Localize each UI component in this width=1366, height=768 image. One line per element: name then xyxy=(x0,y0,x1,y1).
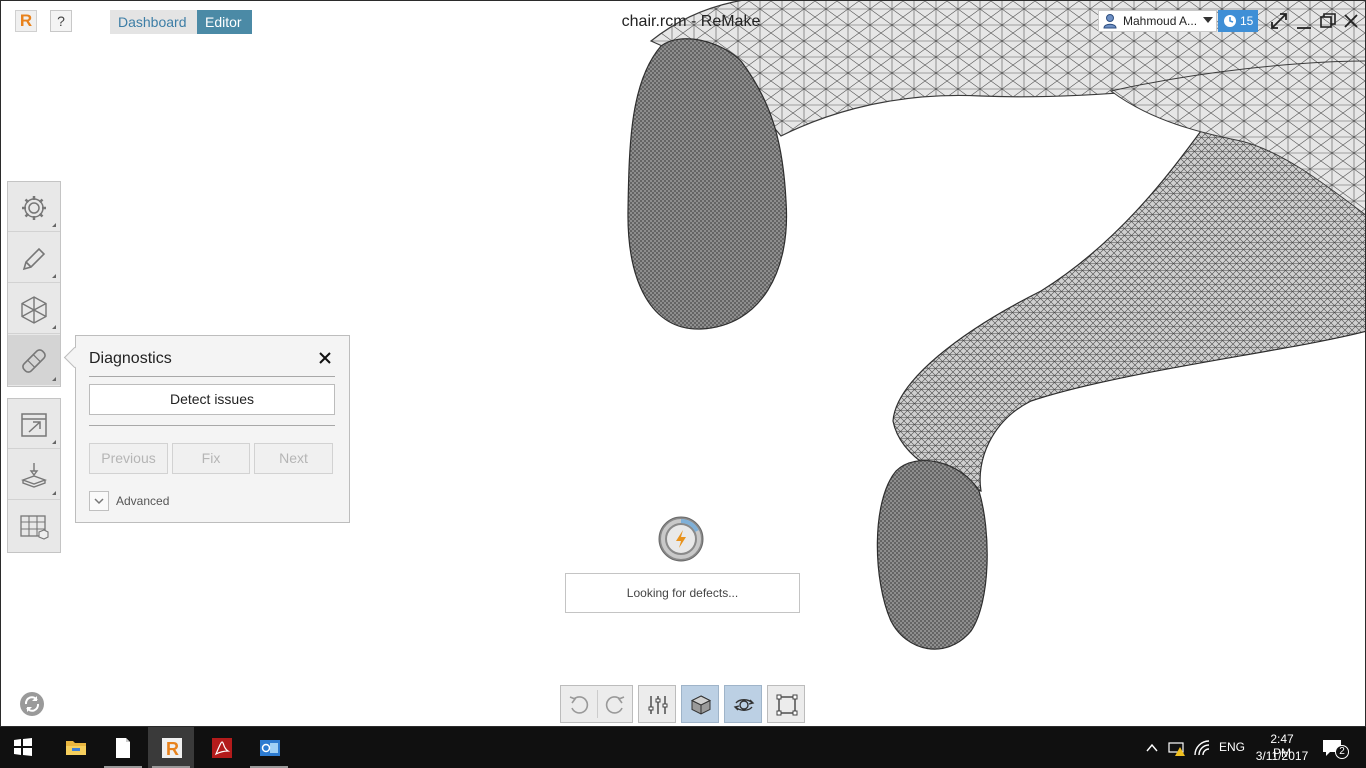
hexagon-mesh-icon xyxy=(21,296,47,324)
fit-view-button[interactable] xyxy=(767,685,805,723)
close-icon[interactable] xyxy=(317,350,333,366)
chair-mesh-right-foot xyxy=(876,460,988,650)
windows-taskbar: R ENG 2:47 PM 3/11/2017 2 xyxy=(0,727,1366,768)
windows-logo-icon xyxy=(14,738,32,756)
cube-icon xyxy=(690,695,712,715)
edit-tool-button[interactable] xyxy=(8,233,60,283)
panel-title: Diagnostics xyxy=(89,350,172,367)
power-warning-icon[interactable] xyxy=(1168,740,1186,756)
outlook-icon xyxy=(260,740,280,756)
undo-redo-group xyxy=(560,685,633,723)
next-button[interactable]: Next xyxy=(254,443,333,474)
mesh-tool-button[interactable] xyxy=(8,284,60,334)
grid-cube-icon xyxy=(20,515,49,540)
advanced-label: Advanced xyxy=(116,494,170,508)
output-toolbar xyxy=(7,398,61,553)
remake-app-icon: R xyxy=(162,738,182,759)
gear-icon xyxy=(22,196,46,220)
print-3d-icon xyxy=(20,463,48,488)
chevron-down-icon xyxy=(1203,17,1213,23)
user-name: Mahmoud A... xyxy=(1123,14,1198,28)
language-indicator[interactable]: ENG xyxy=(1219,740,1245,754)
notifications-badge[interactable]: 15 xyxy=(1218,10,1258,32)
taskbar-document[interactable] xyxy=(100,727,146,768)
taskbar-remake[interactable]: R xyxy=(148,727,194,768)
taskbar-outlook[interactable] xyxy=(246,727,292,768)
display-settings-button[interactable] xyxy=(638,685,676,723)
expand-corner-icon xyxy=(52,274,56,278)
fullscreen-icon[interactable] xyxy=(1269,11,1289,31)
export-button[interactable] xyxy=(8,399,60,449)
scene-button[interactable] xyxy=(8,501,60,551)
undo-icon[interactable] xyxy=(567,693,591,717)
bandage-icon xyxy=(22,349,46,373)
chevron-down-icon xyxy=(94,498,104,505)
tools-toolbar xyxy=(7,181,61,387)
restore-icon[interactable] xyxy=(1318,11,1338,31)
clock-icon xyxy=(1224,15,1236,27)
divider xyxy=(89,425,335,426)
notification-badge: 2 xyxy=(1335,745,1349,759)
previous-button[interactable]: Previous xyxy=(89,443,168,474)
tab-dashboard[interactable]: Dashboard xyxy=(110,10,197,34)
user-account-dropdown[interactable]: Mahmoud A... xyxy=(1098,10,1217,32)
pencil-icon xyxy=(22,247,46,271)
action-center-button[interactable]: 2 xyxy=(1322,737,1352,759)
shading-mode-button[interactable] xyxy=(681,685,719,723)
diagnostics-tool-button[interactable] xyxy=(8,335,60,385)
status-message: Looking for defects... xyxy=(565,573,800,613)
acrobat-icon xyxy=(212,738,232,758)
svg-text:R: R xyxy=(166,739,179,759)
advanced-toggle[interactable] xyxy=(89,491,109,511)
export-icon xyxy=(21,413,47,437)
tab-editor[interactable]: Editor xyxy=(197,10,252,34)
fix-button[interactable]: Fix xyxy=(172,443,250,474)
expand-corner-icon xyxy=(52,440,56,444)
expand-corner-icon xyxy=(52,325,56,329)
minimize-icon[interactable] xyxy=(1294,11,1314,31)
clock-date[interactable]: 3/11/2017 xyxy=(1254,749,1310,763)
orbit-button[interactable] xyxy=(724,685,762,723)
expand-corner-icon xyxy=(52,491,56,495)
wifi-icon[interactable] xyxy=(1193,739,1211,757)
app-logo[interactable]: R xyxy=(15,10,37,32)
taskbar-acrobat[interactable] xyxy=(198,727,244,768)
help-button[interactable]: ? xyxy=(50,10,72,32)
orbit-icon xyxy=(733,699,755,711)
print-3d-button[interactable] xyxy=(8,450,60,500)
taskbar-file-explorer[interactable] xyxy=(52,727,98,768)
divider xyxy=(597,690,598,718)
selection-box-icon xyxy=(776,694,798,716)
close-window-icon[interactable] xyxy=(1341,11,1361,31)
chair-mesh-right-arm xyxy=(892,122,1365,492)
sync-icon[interactable] xyxy=(18,690,46,718)
sliders-icon xyxy=(648,696,668,714)
user-icon xyxy=(1103,14,1117,29)
divider xyxy=(89,376,335,377)
settings-button[interactable] xyxy=(8,182,60,232)
diagnostics-panel: Diagnostics Detect issues Previous Fix N… xyxy=(63,335,350,523)
file-explorer-icon xyxy=(66,741,86,755)
detect-issues-button[interactable]: Detect issues xyxy=(89,384,335,415)
notification-count: 15 xyxy=(1240,14,1254,28)
document-icon xyxy=(116,738,130,758)
redo-icon[interactable] xyxy=(603,693,627,717)
chevron-up-icon[interactable] xyxy=(1145,741,1159,755)
window-title: chair.rcm - ReMake xyxy=(621,13,761,30)
progress-spinner-icon xyxy=(658,516,704,562)
start-button[interactable] xyxy=(0,727,46,768)
expand-corner-icon xyxy=(52,223,56,227)
app-window: R ? Dashboard Editor chair.rcm - ReMake … xyxy=(0,0,1366,727)
expand-corner-icon xyxy=(52,377,56,381)
